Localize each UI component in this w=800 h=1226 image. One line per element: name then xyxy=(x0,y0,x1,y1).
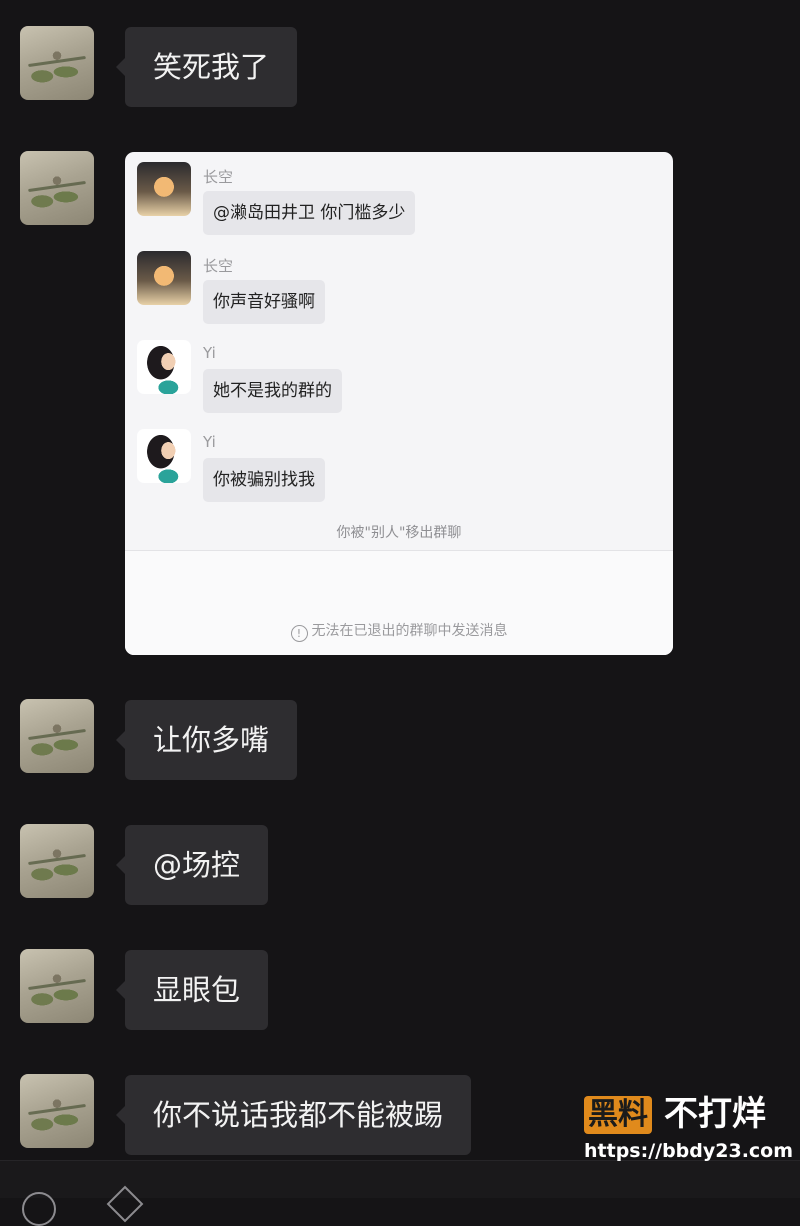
sender-avatar[interactable] xyxy=(20,824,94,898)
message-bubble[interactable]: 你不说话我都不能被踢 xyxy=(115,1075,472,1155)
message-bubble[interactable]: 让你多嘴 xyxy=(115,700,298,780)
message-bubble[interactable]: 笑死我了 xyxy=(115,27,298,107)
chat-sender-name: Yi xyxy=(203,344,216,362)
chat-message: @濑岛田井卫 你门槛多少 xyxy=(203,191,416,235)
emoji-icon[interactable] xyxy=(106,1185,144,1223)
chat-sender-name: 长空 xyxy=(203,257,234,275)
system-notice: 你被"别人"移出群聊 xyxy=(336,525,462,541)
message-text: 让你多嘴 xyxy=(153,723,270,757)
input-notice-text: 无法在已退出的群聊中发送消息 xyxy=(311,623,508,639)
sender-avatar[interactable] xyxy=(20,1074,94,1148)
voice-icon[interactable] xyxy=(22,1192,56,1226)
chat-message: 你声音好骚啊 xyxy=(203,280,325,324)
watermark-logo: 黑料 xyxy=(584,1096,652,1134)
sender-avatar[interactable] xyxy=(20,26,94,100)
screenshot-image-message[interactable]: 长空 @濑岛田井卫 你门槛多少 长空 你声音好骚啊 Yi 她不是我的群的 Yi … xyxy=(125,152,673,655)
message-text: 笑死我了 xyxy=(153,50,270,84)
girl-avatar xyxy=(137,429,191,483)
input-notice: ! 无法在已退出的群聊中发送消息 xyxy=(125,620,673,642)
sender-avatar[interactable] xyxy=(20,949,94,1023)
chat-message: 你被骗别找我 xyxy=(203,458,325,502)
cat-avatar xyxy=(137,251,191,305)
info-icon: ! xyxy=(290,625,308,642)
chat-sender-name: 长空 xyxy=(203,168,234,186)
chat-message: 她不是我的群的 xyxy=(203,369,342,413)
message-bubble[interactable]: 显眼包 xyxy=(115,950,269,1030)
chat-sender-name: Yi xyxy=(203,433,216,451)
sender-avatar[interactable] xyxy=(20,151,94,225)
cat-avatar xyxy=(137,162,191,216)
message-bubble[interactable]: @场控 xyxy=(115,825,269,905)
message-text: @场控 xyxy=(153,848,241,882)
watermark: 黑料 不打烊 https://bbdy23.com xyxy=(584,1094,793,1166)
watermark-title: 不打烊 xyxy=(664,1094,766,1134)
sender-avatar[interactable] xyxy=(20,699,94,773)
watermark-url: https://bbdy23.com xyxy=(584,1140,794,1162)
girl-avatar xyxy=(137,340,191,394)
message-text: 你不说话我都不能被踢 xyxy=(153,1098,444,1132)
message-text: 显眼包 xyxy=(153,973,241,1007)
